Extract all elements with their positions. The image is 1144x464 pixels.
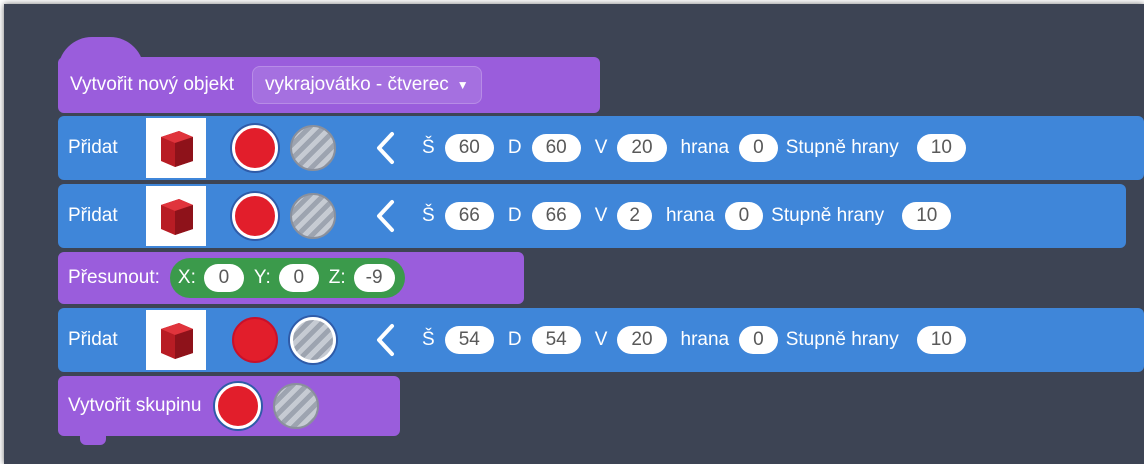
depth-input[interactable]: 60 (531, 134, 581, 162)
height-input[interactable]: 2 (617, 202, 652, 230)
red-color-swatch[interactable] (232, 193, 278, 239)
red-cube-icon[interactable] (146, 310, 206, 370)
xyz-vector-block[interactable]: X: 0 Y: 0 Z: -9 (169, 258, 405, 298)
red-color-swatch[interactable] (232, 317, 278, 363)
chevron-left-icon[interactable] (374, 196, 402, 236)
chevron-left-icon[interactable] (374, 128, 402, 168)
z-label: Z: (328, 267, 346, 288)
depth-label: D (507, 137, 522, 158)
create-object-block[interactable]: Vytvořit nový objekt vykrajovátko - čtve… (58, 57, 600, 113)
object-type-value: vykrajovátko - čtverec (265, 74, 449, 95)
edge-degrees-input[interactable]: 10 (902, 202, 952, 230)
create-group-label: Vytvořit skupinu (68, 395, 202, 416)
move-block[interactable]: Přesunout: X: 0 Y: 0 Z: -9 (58, 252, 524, 304)
depth-label: D (507, 329, 522, 350)
edge-input[interactable]: 0 (739, 326, 778, 354)
add-block[interactable]: Přidat Š 66 D 66 V 2 hrana 0 Stupně hran… (58, 184, 1126, 248)
edge-label: hrana (680, 137, 730, 158)
move-label: Přesunout: (68, 267, 160, 288)
edge-input[interactable]: 0 (724, 202, 764, 230)
gray-color-swatch[interactable] (290, 193, 336, 239)
width-label: Š (422, 205, 435, 226)
height-label: V (594, 137, 608, 158)
add-label: Přidat (68, 137, 118, 158)
width-label: Š (422, 137, 435, 158)
y-label: Y: (253, 267, 271, 288)
depth-input[interactable]: 54 (531, 326, 581, 354)
edge-label: hrana (680, 329, 730, 350)
edge-input[interactable]: 0 (739, 134, 778, 162)
depth-input[interactable]: 66 (531, 202, 581, 230)
depth-label: D (507, 205, 522, 226)
gray-color-swatch[interactable] (273, 383, 320, 429)
gray-color-swatch[interactable] (290, 125, 336, 171)
edge-degrees-label: Stupně hrany (785, 329, 899, 350)
width-input[interactable]: 60 (444, 134, 494, 162)
edge-degrees-label: Stupně hrany (785, 137, 899, 158)
width-input[interactable]: 66 (444, 202, 494, 230)
edge-label: hrana (665, 205, 715, 226)
y-input[interactable]: 0 (278, 264, 319, 292)
z-input[interactable]: -9 (353, 264, 395, 292)
edge-degrees-input[interactable]: 10 (916, 134, 966, 162)
red-cube-icon[interactable] (146, 118, 206, 178)
add-block[interactable]: Přidat Š 54 D 54 V 20 hrana 0 Stupně hra… (58, 308, 1144, 372)
width-input[interactable]: 54 (444, 326, 494, 354)
add-label: Přidat (68, 205, 118, 226)
red-color-swatch[interactable] (232, 125, 278, 171)
edge-degrees-input[interactable]: 10 (916, 326, 966, 354)
object-type-dropdown[interactable]: vykrajovátko - čtverec ▼ (252, 66, 482, 104)
x-input[interactable]: 0 (203, 264, 244, 292)
chevron-left-icon[interactable] (374, 320, 402, 360)
workspace[interactable]: Vytvořit nový objekt vykrajovátko - čtve… (4, 4, 1144, 464)
block-bottom-tab (80, 435, 106, 445)
edge-degrees-label: Stupně hrany (771, 205, 885, 226)
red-color-swatch[interactable] (215, 383, 262, 429)
height-label: V (594, 329, 608, 350)
x-label: X: (177, 267, 196, 288)
caret-down-icon: ▼ (456, 78, 469, 92)
create-group-block[interactable]: Vytvořit skupinu (58, 376, 400, 436)
create-object-label: Vytvořit nový objekt (70, 74, 235, 95)
add-label: Přidat (68, 329, 118, 350)
red-cube-icon[interactable] (146, 186, 206, 246)
gray-color-swatch[interactable] (290, 317, 336, 363)
add-block[interactable]: Přidat Š 60 D 60 V 20 hrana 0 Stupně hra… (58, 116, 1144, 180)
height-input[interactable]: 20 (617, 134, 667, 162)
height-label: V (594, 205, 608, 226)
width-label: Š (422, 329, 435, 350)
height-input[interactable]: 20 (617, 326, 667, 354)
